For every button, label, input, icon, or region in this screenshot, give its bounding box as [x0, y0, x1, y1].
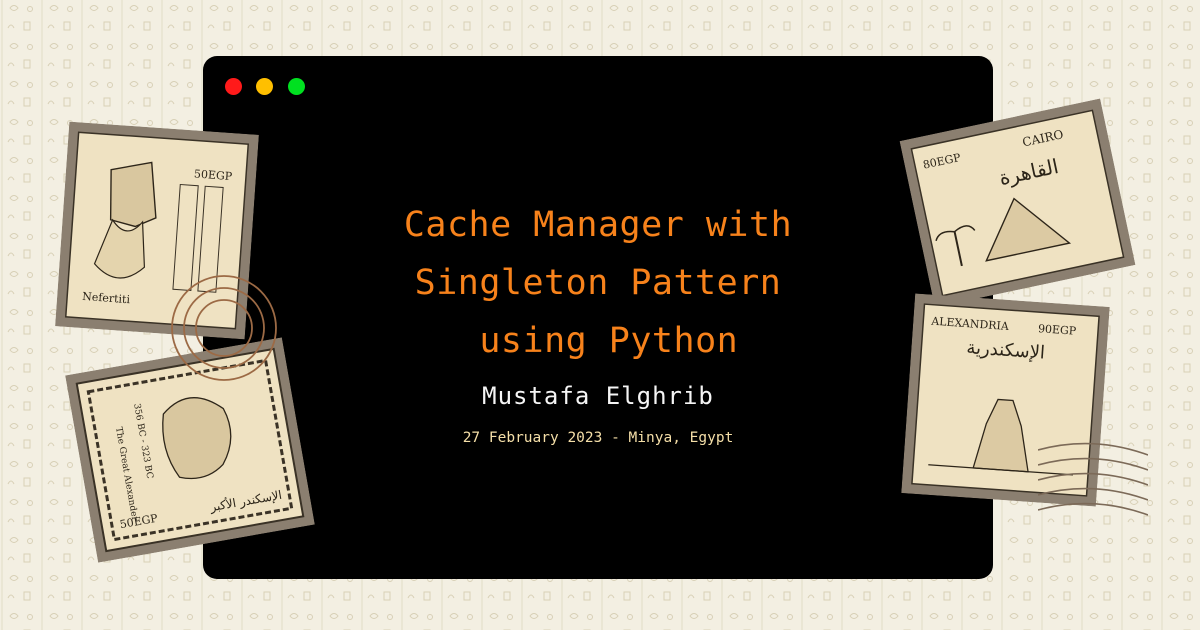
date-location: 27 February 2023 - Minya, Egypt	[462, 430, 734, 446]
stamp-nefertiti-value: 50EGP	[193, 167, 233, 184]
page-title: Cache Manager with Singleton Pattern usi…	[203, 196, 993, 370]
author-name: Mustafa Elghrib	[482, 382, 714, 410]
postmark-lines	[1038, 442, 1148, 516]
rings-ornament	[171, 275, 277, 381]
code-window: Cache Manager with Singleton Pattern usi…	[203, 56, 993, 579]
minimize-window-button[interactable]	[256, 78, 273, 95]
close-window-button[interactable]	[225, 78, 242, 95]
title-line-2: Singleton Pattern	[414, 263, 782, 303]
title-line-1: Cache Manager with	[403, 205, 793, 245]
title-line-3: using Python	[457, 321, 739, 361]
maximize-window-button[interactable]	[288, 78, 305, 95]
stamp-alexandria-value: 90EGP	[1037, 322, 1077, 338]
